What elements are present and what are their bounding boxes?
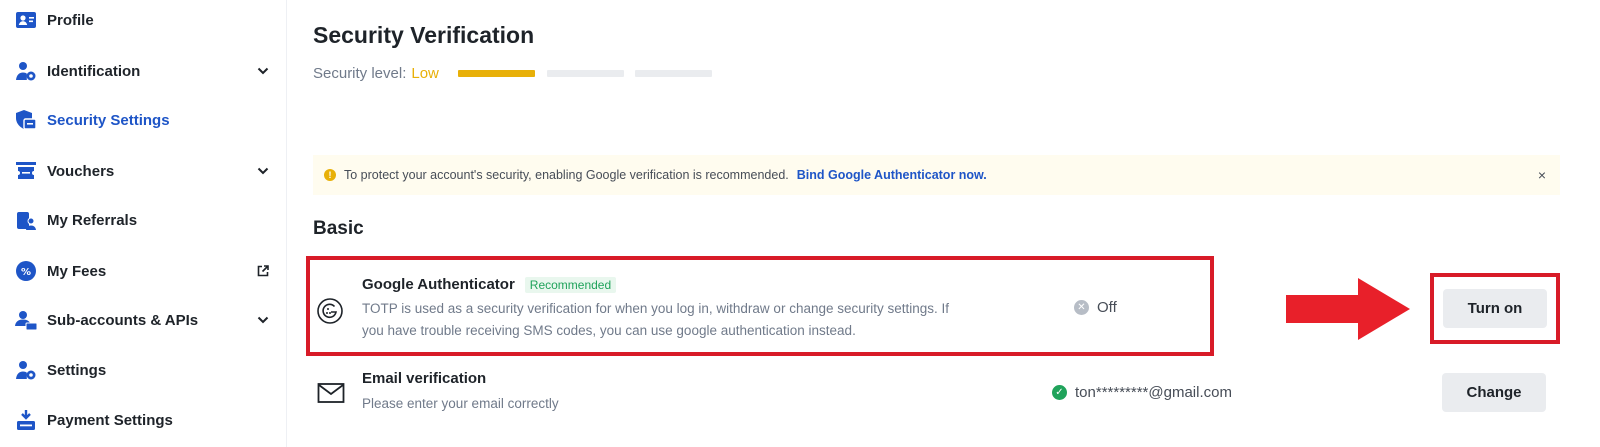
sidebar-item-vouchers[interactable]: Vouchers	[0, 151, 287, 191]
sidebar-item-payment-settings[interactable]: Payment Settings	[0, 400, 287, 440]
sidebar-item-sub-accounts-apis[interactable]: Sub-accounts & APIs	[0, 300, 287, 340]
sidebar-item-label: Payment Settings	[47, 411, 173, 429]
email-icon	[316, 381, 346, 405]
sidebar-item-label: Vouchers	[47, 162, 115, 180]
section-title: Basic	[313, 218, 364, 239]
percent-icon: %	[14, 259, 38, 283]
email-verification-status: ✓ ton*********@gmail.com	[1052, 384, 1232, 401]
security-level: Security level: Low	[313, 65, 439, 82]
sidebar-item-my-fees[interactable]: % My Fees	[0, 251, 287, 291]
external-link-icon[interactable]	[255, 263, 271, 279]
sidebar-item-label: Profile	[47, 11, 94, 29]
red-arrow-icon	[1286, 278, 1410, 340]
identification-icon	[14, 59, 38, 83]
security-level-label: Security level:	[313, 65, 407, 82]
chevron-down-icon[interactable]	[255, 163, 271, 179]
email-verification-title: Email verification	[362, 370, 486, 387]
main-content: Security Verification Security level: Lo…	[288, 0, 1600, 447]
sidebar-item-label: Sub-accounts & APIs	[47, 311, 199, 329]
security-level-bar-1	[458, 70, 535, 77]
notice-text: To protect your account's security, enab…	[344, 168, 789, 182]
sidebar-item-label: My Fees	[47, 262, 107, 280]
highlight-box-google-authenticator	[306, 256, 1214, 356]
sidebar-item-label: Identification	[47, 62, 141, 80]
chevron-down-icon[interactable]	[255, 312, 271, 328]
sidebar-item-security-settings[interactable]: Security Settings	[0, 100, 287, 140]
email-verification-label: Email verification	[362, 370, 487, 387]
highlight-box-turn-on	[1430, 273, 1560, 344]
sub-accounts-icon	[14, 308, 38, 332]
security-level-bar-2	[547, 70, 624, 77]
shield-icon	[14, 108, 38, 132]
security-level-bar-3	[635, 70, 712, 77]
sidebar: Profile Identification Security Settings…	[0, 0, 287, 447]
security-notice: ! To protect your account's security, en…	[313, 155, 1560, 195]
referral-icon	[14, 208, 38, 232]
user-gear-icon	[14, 358, 38, 382]
security-level-value: Low	[411, 65, 439, 82]
bind-google-authenticator-link[interactable]: Bind Google Authenticator now.	[797, 168, 987, 182]
sidebar-item-settings[interactable]: Settings	[0, 350, 287, 390]
payment-icon	[14, 408, 38, 432]
warning-icon: !	[324, 169, 336, 181]
sidebar-item-profile[interactable]: Profile	[0, 0, 287, 40]
email-address: ton*********@gmail.com	[1075, 384, 1232, 401]
sidebar-item-label: Settings	[47, 361, 107, 379]
change-button[interactable]: Change	[1442, 373, 1546, 412]
voucher-icon	[14, 159, 38, 183]
email-verification-description: Please enter your email correctly	[362, 393, 559, 415]
profile-icon	[14, 8, 38, 32]
sidebar-item-identification[interactable]: Identification	[0, 51, 287, 91]
page-title: Security Verification	[313, 22, 535, 48]
check-circle-icon: ✓	[1052, 385, 1067, 400]
close-icon[interactable]: ×	[1538, 167, 1546, 183]
sidebar-item-my-referrals[interactable]: My Referrals	[0, 200, 287, 240]
chevron-down-icon[interactable]	[255, 63, 271, 79]
svg-text:%: %	[21, 267, 31, 278]
sidebar-item-label: Security Settings	[47, 111, 170, 129]
sidebar-item-label: My Referrals	[47, 211, 138, 229]
description-line: Please enter your email correctly	[362, 396, 559, 411]
